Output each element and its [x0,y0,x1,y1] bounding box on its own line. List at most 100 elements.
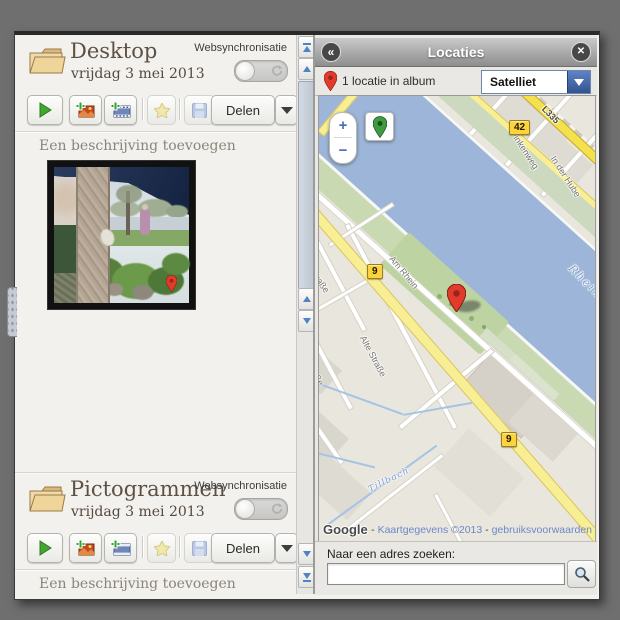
websync-label: Websynchronisatie [194,480,287,492]
route-badge-9: 9 [501,432,517,447]
play-icon [39,102,52,118]
share-button[interactable]: Delen [211,95,275,125]
bar-icon [302,42,311,45]
album-date: vrijdag 3 mei 2013 [71,66,205,82]
websync-toggle[interactable] [234,498,288,520]
star-icon [153,540,170,556]
album-toolbar: Delen [15,93,296,127]
arrow-up-icon [302,66,311,72]
close-icon: ✕ [576,46,586,57]
star-icon [153,102,170,118]
map-data-link[interactable]: Kaartgegevens ©2013 [378,524,483,536]
close-panel-button[interactable]: ✕ [571,42,591,62]
album-separator [15,472,296,473]
add-video-icon [110,540,130,556]
album-title[interactable]: Desktop [70,39,157,63]
red-map-marker[interactable] [447,284,466,312]
address-search-button[interactable] [567,560,596,588]
share-button[interactable]: Delen [211,533,275,563]
play-icon [39,540,52,556]
search-icon [574,567,590,582]
location-pin-icon [324,71,337,91]
sync-icon [272,65,283,76]
share-button-label: Delen [226,102,260,118]
toolbar-separator [142,536,143,558]
album-description-field[interactable]: Een beschrijving toevoegen [39,138,236,154]
arrow-down-icon [302,318,311,324]
add-video-button[interactable] [104,533,137,563]
play-slideshow-button[interactable] [27,533,63,563]
address-search-label: Naar een adres zoeken: [327,547,456,561]
locations-title: Locaties [427,44,485,60]
add-video-button[interactable] [104,95,137,125]
google-logo: Google [323,522,368,537]
add-location-pin-button[interactable] [365,112,394,141]
panel-collapse-handle[interactable] [7,287,17,337]
attribution-separator: - [371,524,375,536]
collapse-panel-button[interactable]: « [321,42,341,62]
map-attribution: - Kaartgegevens ©2013 - gebruiksvoorwaar… [371,524,592,536]
save-icon [192,540,207,556]
divider [15,569,296,570]
album-section-pictogrammen: Pictogrammen vrijdag 3 mei 2013 Websynch… [15,475,296,594]
photo-far-trees [110,201,140,217]
stream-label: Tillbach [367,465,412,495]
chevron-down-icon [280,544,293,552]
album-date: vrijdag 3 mei 2013 [71,504,205,520]
map-type-value: Satelliet [490,75,537,89]
add-photos-button[interactable] [69,533,102,563]
add-photos-button[interactable] [69,95,102,125]
map-canvas[interactable]: L335 Finkenweg In der Hube Am Rhein Alte… [318,95,596,542]
photo-sketch-panel [54,273,76,303]
share-dropdown-button[interactable] [275,95,296,125]
share-dropdown-button[interactable] [275,533,296,563]
picasa-window: Desktop vrijdag 3 mei 2013 Websynchronis… [7,31,600,600]
photo-figure [140,209,150,235]
photo-face-poster [54,177,76,225]
play-slideshow-button[interactable] [27,95,63,125]
toggle-knob [235,499,255,519]
toolbar-separator [179,536,180,558]
terms-link[interactable]: gebruiksvoorwaarden [492,524,592,536]
arrow-up-icon [302,45,311,52]
photo-bush [162,253,190,275]
collapse-icon: « [327,45,335,59]
folder-icon [29,48,66,74]
album-description-field[interactable]: Een beschrijving toevoegen [39,576,236,592]
photo-tree-canopy [116,185,142,203]
address-search-input[interactable] [327,563,565,585]
photo-figure-head [142,204,148,210]
album-list-panel: Desktop vrijdag 3 mei 2013 Websynchronis… [15,35,296,594]
photo-thumbnail[interactable] [48,161,195,309]
share-button-label: Delen [226,540,260,556]
address-search-section: Naar een adres zoeken: [315,541,597,595]
bar-icon [302,579,311,582]
divider [15,131,296,132]
map-type-dropdown[interactable]: Satelliet [481,70,591,94]
locations-header: « Locaties ✕ [315,38,597,67]
add-photo-icon [76,102,95,118]
attribution-separator: - [485,524,489,536]
folder-icon [29,486,66,512]
toggle-knob [235,61,255,81]
star-button[interactable] [147,95,176,125]
street-label: Alte Straße [358,334,389,379]
add-video-icon [110,102,130,118]
route-badge-42: 42 [509,120,531,135]
chevron-down-icon [574,78,584,86]
star-button[interactable] [147,533,176,563]
route-badge-9: 9 [367,264,383,279]
chevron-down-icon [280,106,293,114]
zoom-out-button[interactable]: − [330,138,356,162]
sync-icon [272,503,283,514]
zoom-in-button[interactable]: + [330,113,356,137]
album-toolbar: Delen [15,531,296,565]
album-list-scrollbar[interactable] [296,35,315,594]
photo-pot [132,285,153,300]
photo-green-panel [54,225,76,273]
photo-geotag-pin-icon [166,275,177,292]
locations-panel: « Locaties ✕ 1 locatie in album Satellie… [315,35,597,595]
album-section-desktop: Desktop vrijdag 3 mei 2013 Websynchronis… [15,37,296,473]
websync-toggle[interactable] [234,60,288,82]
dropdown-arrow-button[interactable] [567,71,590,93]
